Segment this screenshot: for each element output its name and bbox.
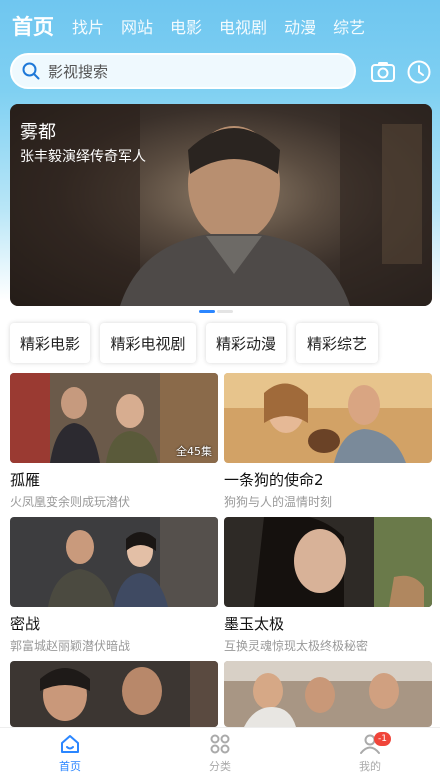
card-thumbnail: 全45集	[10, 373, 218, 463]
card-title: 墨玉太极	[224, 615, 285, 633]
banner-subtitle: 张丰毅演绎传奇军人	[20, 149, 146, 165]
banner-title: 雾都	[20, 122, 56, 143]
nav-home[interactable]: 首页	[40, 732, 100, 774]
nav-category-label: 分类	[209, 760, 231, 773]
tab-find[interactable]: 找片	[72, 14, 104, 38]
card-thumbnail	[224, 373, 432, 463]
nav-home-label: 首页	[59, 760, 81, 773]
banner-image	[10, 104, 432, 306]
chip-anime[interactable]: 精彩动漫	[206, 323, 286, 363]
nav-profile[interactable]: -1 我的	[340, 732, 400, 774]
home-icon	[61, 735, 79, 753]
notification-badge: -1	[374, 732, 391, 746]
content-card[interactable]	[224, 661, 432, 727]
top-category-tabs: 首页 找片 网站 电影 电视剧 动漫 综艺	[0, 6, 440, 46]
chip-variety[interactable]: 精彩综艺	[296, 323, 378, 363]
tab-home[interactable]: 首页	[12, 11, 54, 41]
search-row: 影视搜索	[0, 53, 440, 91]
card-description: 互换灵魂惊现太极终极秘密	[224, 639, 369, 653]
carousel-dot	[199, 310, 215, 313]
card-thumbnail	[224, 661, 432, 727]
search-placeholder: 影视搜索	[48, 62, 109, 81]
content-card[interactable]	[10, 661, 218, 727]
content-card[interactable]: 全45集 孤雁 火凤凰变余则成玩潜伏	[10, 373, 218, 510]
episode-count-badge: 全45集	[176, 445, 212, 458]
card-thumbnail	[10, 661, 218, 727]
card-title: 密战	[10, 615, 41, 633]
content-card[interactable]: 密战 郭富城赵丽颖潜伏暗战	[10, 517, 218, 654]
content-card[interactable]: 墨玉太极 互换灵魂惊现太极终极秘密	[224, 517, 432, 654]
tab-anime[interactable]: 动漫	[284, 14, 316, 38]
camera-icon[interactable]	[370, 59, 396, 85]
card-description: 狗狗与人的温情时刻	[224, 495, 333, 509]
history-clock-icon[interactable]	[406, 59, 432, 85]
card-title: 一条狗的使命2	[224, 471, 324, 489]
tab-tv-series[interactable]: 电视剧	[219, 14, 267, 38]
tab-variety[interactable]: 综艺	[333, 14, 365, 38]
tab-movies[interactable]: 电影	[170, 14, 202, 38]
search-input[interactable]: 影视搜索	[10, 53, 356, 89]
nav-profile-label: 我的	[359, 760, 381, 773]
featured-banner[interactable]: 雾都 张丰毅演绎传奇军人	[10, 104, 432, 306]
bottom-navigation: 首页 分类 -1 我的	[0, 727, 440, 775]
card-thumbnail	[224, 517, 432, 607]
carousel-dot	[217, 310, 233, 313]
search-icon	[22, 62, 40, 80]
category-grid-icon	[210, 734, 230, 754]
card-description: 火凤凰变余则成玩潜伏	[10, 495, 131, 509]
card-thumbnail	[10, 517, 218, 607]
card-description: 郭富城赵丽颖潜伏暗战	[10, 639, 131, 653]
tab-websites[interactable]: 网站	[121, 14, 153, 38]
card-title: 孤雁	[10, 471, 41, 489]
category-chips: 精彩电影 精彩电视剧 精彩动漫 精彩综艺	[10, 323, 432, 365]
nav-category[interactable]: 分类	[190, 732, 250, 774]
content-card[interactable]: 一条狗的使命2 狗狗与人的温情时刻	[224, 373, 432, 510]
chip-movies[interactable]: 精彩电影	[10, 323, 90, 363]
carousel-indicator	[199, 310, 235, 313]
chip-tv-series[interactable]: 精彩电视剧	[100, 323, 196, 363]
